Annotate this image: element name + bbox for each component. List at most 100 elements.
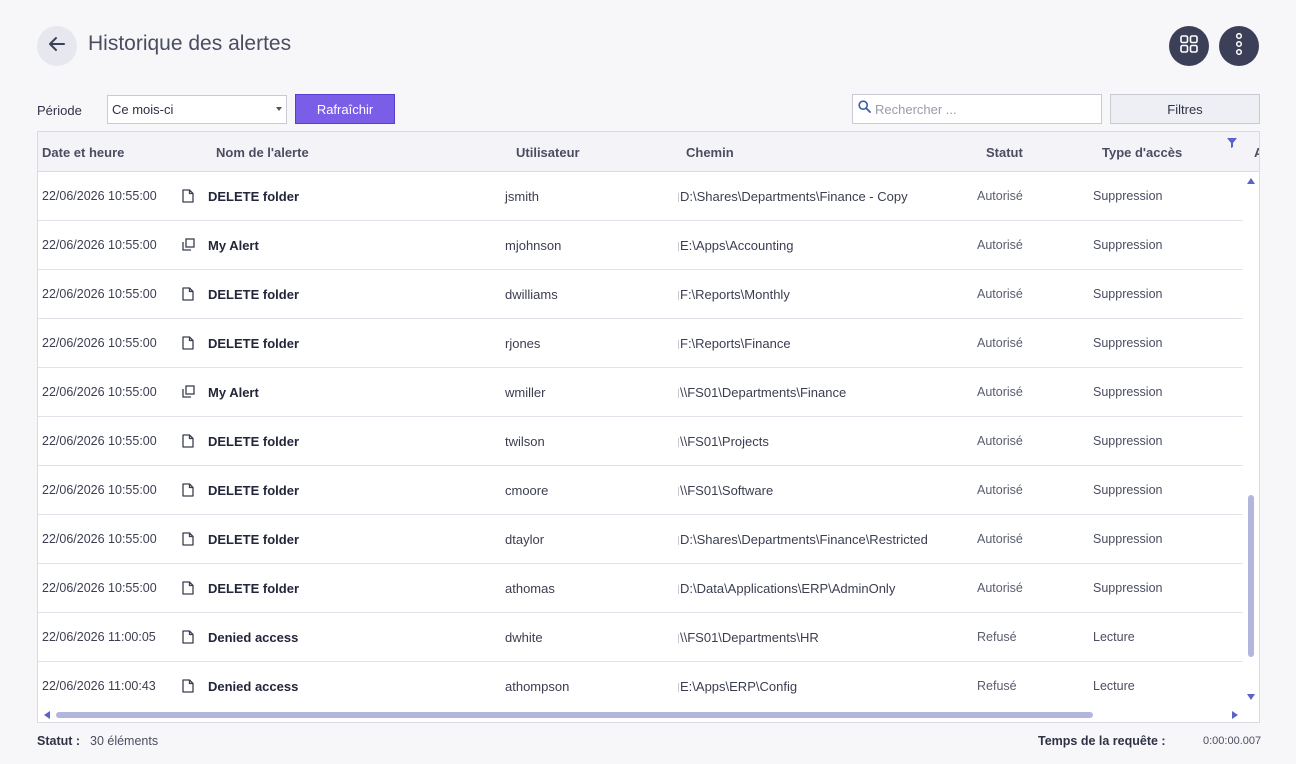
file-icon [182,336,194,353]
page-title: Historique des alertes [88,32,292,55]
more-options-button[interactable] [1219,26,1259,66]
row-path: F:\Reports\Finance [680,336,791,351]
copy-icon [182,385,195,401]
query-time-label: Temps de la requête : [1038,734,1166,748]
period-select[interactable]: Ce mois-ci [107,95,287,124]
search-icon [858,100,871,118]
grid-view-button[interactable] [1169,26,1209,66]
row-access-type: Suppression [1093,483,1163,497]
scroll-left-icon[interactable] [44,711,50,719]
scroll-right-icon[interactable] [1232,711,1238,719]
horizontal-scroll-thumb[interactable] [56,712,1093,718]
search-input[interactable] [875,101,1095,117]
row-status: Autorisé [977,385,1023,399]
file-icon [182,532,194,549]
period-label: Période [37,103,82,118]
refresh-button[interactable]: Rafraîchir [295,94,395,124]
query-time-value: 0:00:00.007 [1203,735,1262,747]
row-path: \\FS01\Projects [680,434,769,449]
column-header-truncated[interactable]: A [1254,145,1259,160]
status-label: Statut : [37,734,81,748]
row-user: cmoore [505,483,549,498]
grid-icon [1180,34,1198,58]
row-alert-name: My Alert [208,238,259,253]
back-button[interactable] [37,26,77,66]
row-path: \\FS01\Departments\Finance [680,385,847,400]
row-date: 22/06/2026 10:55:00 [42,336,157,350]
row-alert-name: DELETE folder [208,287,300,302]
column-header-path[interactable]: Chemin [686,145,734,160]
table-row[interactable]: 22/06/2026 10:55:00 DELETE folder twilson \… [38,417,1243,466]
scroll-down-icon[interactable] [1247,694,1255,700]
row-status: Autorisé [977,238,1023,252]
more-vertical-icon [1235,32,1243,60]
row-path: \\FS01\Software [680,483,774,498]
row-alert-name: Denied access [208,679,299,694]
row-date: 22/06/2026 10:55:00 [42,434,157,448]
table-row[interactable]: 22/06/2026 10:55:00 DELETE folder dtaylor D… [38,515,1243,564]
row-user: wmiller [505,385,546,400]
row-status: Autorisé [977,189,1023,203]
row-path: F:\Reports\Monthly [680,287,790,302]
row-user: athomas [505,581,555,596]
column-header-date[interactable]: Date et heure [42,145,124,160]
column-header-access-type[interactable]: Type d'accès [1102,145,1182,160]
row-access-type: Suppression [1093,238,1163,252]
search-box[interactable] [852,94,1102,124]
row-access-type: Lecture [1093,679,1135,693]
file-icon [182,630,194,647]
row-alert-name: My Alert [208,385,259,400]
filters-button[interactable]: Filtres [1110,94,1260,124]
row-path: \\FS01\Departments\HR [680,630,819,645]
row-date: 22/06/2026 10:55:00 [42,189,157,203]
row-access-type: Suppression [1093,385,1163,399]
alerts-table: Date et heure Nom de l'alerte Utilisateu… [37,131,1260,723]
table-row[interactable]: 22/06/2026 10:55:00 DELETE folder rjones F:… [38,319,1243,368]
file-icon [182,483,194,500]
table-header: Date et heure Nom de l'alerte Utilisateu… [38,132,1259,172]
row-user: mjohnson [505,238,562,253]
status-value: 30 éléments [90,734,159,748]
table-row[interactable]: 22/06/2026 10:55:00 DELETE folder jsmith D:… [38,172,1243,221]
arrow-left-icon [47,34,67,59]
row-user: athompson [505,679,570,694]
vertical-scrollbar[interactable] [1243,172,1259,707]
row-access-type: Suppression [1093,581,1163,595]
row-access-type: Suppression [1093,189,1163,203]
chevron-down-icon [276,107,282,111]
file-icon [182,189,194,206]
row-alert-name: DELETE folder [208,189,300,204]
column-header-status[interactable]: Statut [986,145,1023,160]
filter-icon[interactable] [1227,135,1237,153]
table-row[interactable]: 22/06/2026 11:00:43 Denied access athompso… [38,662,1243,707]
table-row[interactable]: 22/06/2026 10:55:00 DELETE folder athomas D… [38,564,1243,613]
copy-icon [182,238,195,254]
file-icon [182,287,194,304]
table-row[interactable]: 22/06/2026 10:55:00 DELETE folder cmoore \\… [38,466,1243,515]
table-row[interactable]: 22/06/2026 10:55:00 My Alert mjohnson E:\Ap… [38,221,1243,270]
vertical-scroll-thumb[interactable] [1248,495,1254,657]
row-status: Autorisé [977,532,1023,546]
table-row[interactable]: 22/06/2026 10:55:00 My Alert wmiller \\FS01… [38,368,1243,417]
row-alert-name: DELETE folder [208,434,300,449]
column-header-alert-name[interactable]: Nom de l'alerte [216,145,309,160]
row-date: 22/06/2026 10:55:00 [42,287,157,301]
row-alert-name: Denied access [208,630,299,645]
row-date: 22/06/2026 10:55:00 [42,581,157,595]
row-path: E:\Apps\ERP\Config [680,679,798,694]
row-status: Autorisé [977,483,1023,497]
row-user: jsmith [505,189,539,204]
file-icon [182,581,194,598]
table-row[interactable]: 22/06/2026 10:55:00 DELETE folder dwilliam… [38,270,1243,319]
horizontal-scrollbar[interactable] [38,707,1259,722]
row-path: D:\Shares\Departments\Finance\Restricted [680,532,928,547]
row-date: 22/06/2026 11:00:05 [42,630,156,644]
row-path: E:\Apps\Accounting [680,238,794,253]
row-status: Refusé [977,679,1017,693]
scroll-up-icon[interactable] [1247,178,1255,184]
table-row[interactable]: 22/06/2026 11:00:05 Denied access dwhite \\… [38,613,1243,662]
row-status: Autorisé [977,434,1023,448]
column-header-user[interactable]: Utilisateur [516,145,580,160]
row-alert-name: DELETE folder [208,483,300,498]
row-alert-name: DELETE folder [208,532,300,547]
